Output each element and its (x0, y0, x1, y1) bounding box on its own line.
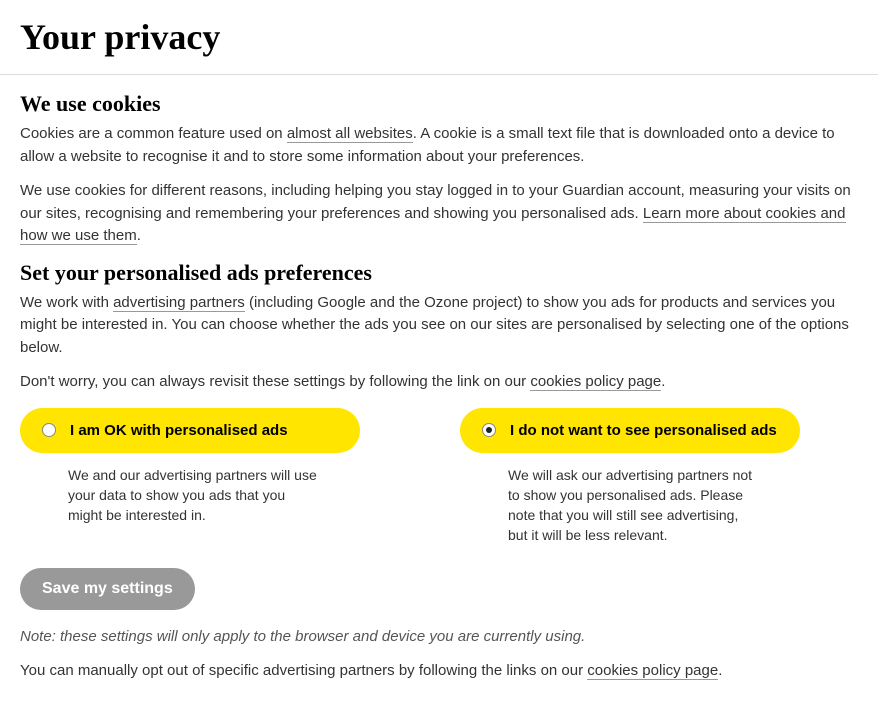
radio-dot-icon (486, 427, 492, 433)
cookies-paragraph-1: Cookies are a common feature used on alm… (20, 123, 858, 168)
radio-icon (42, 423, 56, 437)
advertising-partners-link[interactable]: advertising partners (113, 294, 245, 312)
cookies-policy-link[interactable]: cookies policy page (530, 373, 661, 391)
option-no-desc: We will ask our advertising partners not… (460, 465, 760, 546)
option-no-pill[interactable]: I do not want to see personalised ads (460, 408, 800, 453)
option-ok-label: I am OK with personalised ads (70, 422, 288, 439)
option-no-personalised: I do not want to see personalised ads We… (460, 408, 800, 546)
cookies-paragraph-2: We use cookies for different reasons, in… (20, 180, 858, 248)
settings-note: Note: these settings will only apply to … (20, 626, 858, 649)
option-ok-personalised: I am OK with personalised ads We and our… (20, 408, 360, 546)
option-ok-desc: We and our advertising partners will use… (20, 465, 320, 526)
footer-cookies-policy-link[interactable]: cookies policy page (587, 662, 718, 680)
radio-icon (482, 423, 496, 437)
option-ok-pill[interactable]: I am OK with personalised ads (20, 408, 360, 453)
ads-paragraph-1: We work with advertising partners (inclu… (20, 292, 858, 360)
ads-preferences-heading: Set your personalised ads preferences (20, 260, 858, 286)
almost-all-websites-link[interactable]: almost all websites (287, 125, 413, 143)
ads-options-row: I am OK with personalised ads We and our… (20, 408, 858, 546)
divider (0, 74, 878, 75)
page-title: Your privacy (20, 0, 858, 74)
option-no-label: I do not want to see personalised ads (510, 422, 777, 439)
footer-paragraph: You can manually opt out of specific adv… (20, 660, 858, 683)
cookies-heading: We use cookies (20, 91, 858, 117)
ads-paragraph-2: Don't worry, you can always revisit thes… (20, 371, 858, 394)
save-settings-button[interactable]: Save my settings (20, 568, 195, 610)
